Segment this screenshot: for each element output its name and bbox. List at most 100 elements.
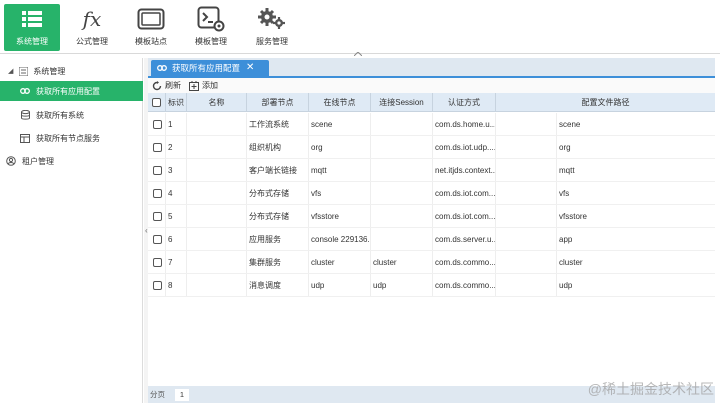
row-checkbox[interactable]: [153, 119, 162, 129]
toolbar-template-manage-button[interactable]: 模板管理: [183, 4, 239, 51]
row-number: 1: [166, 113, 187, 135]
row-checkbox-cell[interactable]: [148, 159, 166, 181]
cell-id: [187, 113, 247, 135]
row-checkbox-cell[interactable]: [148, 182, 166, 204]
row-number: 7: [166, 251, 187, 273]
cell-deploy: cluster: [309, 251, 371, 273]
header-session[interactable]: 连接Session: [371, 93, 433, 111]
database-icon: [20, 110, 30, 120]
sidebar-nav: ◢ 系统管理 获取所有应用配置 获取所有系统 获取所有节点服务 租户管理: [0, 58, 143, 403]
table-row[interactable]: 1 工作流系统 scene com.ds.home.u... scene: [148, 113, 715, 136]
row-checkbox[interactable]: [153, 257, 162, 267]
sidebar-item-all-systems[interactable]: 获取所有系统: [0, 105, 143, 125]
row-checkbox[interactable]: [153, 188, 162, 198]
table-row[interactable]: 2 组织机构 org com.ds.iot.udp.... org: [148, 136, 715, 159]
cell-id: [187, 228, 247, 250]
cell-session: com.ds.commo...: [433, 251, 496, 273]
sidebar-item-all-node-services[interactable]: 获取所有节点服务: [0, 128, 143, 148]
row-checkbox[interactable]: [153, 142, 162, 152]
cell-id: [187, 136, 247, 158]
header-online-node[interactable]: 在线节点: [309, 93, 371, 111]
sidebar-root-label: 系统管理: [33, 66, 66, 76]
cell-name: 分布式存储: [247, 205, 309, 227]
table-row[interactable]: 6 应用服务 console 229136... com.ds.server.u...…: [148, 228, 715, 251]
cell-id: [187, 205, 247, 227]
row-checkbox-cell[interactable]: [148, 274, 166, 296]
pager-label: 分页: [150, 390, 165, 399]
cell-auth: [496, 251, 557, 273]
table-row[interactable]: 3 客户端长链接 mqtt net.itjds.context... mqtt: [148, 159, 715, 182]
toolbar-service-manage-button[interactable]: 服务管理: [244, 4, 300, 51]
cell-session: com.ds.home.u...: [433, 113, 496, 135]
tab-all-app-configs[interactable]: 获取所有应用配置 ✕: [151, 60, 269, 76]
toolbar-system-manage-button[interactable]: 系统管理: [4, 4, 60, 51]
grid-header: 标识 名称 部署节点 在线节点 连接Session 认证方式 配置文件路径: [148, 93, 715, 112]
add-button[interactable]: 添加: [189, 80, 218, 91]
users-icon: [6, 156, 16, 166]
cell-session: net.itjds.context...: [433, 159, 496, 181]
row-checkbox[interactable]: [153, 234, 162, 244]
cell-deploy: scene: [309, 113, 371, 135]
cell-online: [371, 182, 433, 204]
cell-name: 应用服务: [247, 228, 309, 250]
fx-icon: fx: [82, 7, 102, 31]
cell-path: org: [559, 142, 571, 152]
row-checkbox-cell[interactable]: [148, 228, 166, 250]
watermark: @稀土掘金技术社区: [587, 381, 714, 397]
caret-down-icon[interactable]: ◢: [8, 67, 13, 75]
toolbar-formula-manage-button[interactable]: fx 公式管理: [64, 4, 120, 51]
close-icon[interactable]: ✕: [246, 63, 254, 73]
row-checkbox[interactable]: [153, 211, 162, 221]
cell-auth: [496, 205, 557, 227]
row-number: 3: [166, 159, 187, 181]
select-all-checkbox[interactable]: [152, 97, 161, 107]
table-row[interactable]: 8 消息调度 udp udp com.ds.commo... udp: [148, 274, 715, 297]
cell-deploy: udp: [309, 274, 371, 296]
row-checkbox-cell[interactable]: [148, 251, 166, 273]
gears-icon: [244, 4, 300, 34]
list-small-icon: [19, 66, 29, 76]
row-checkbox-cell[interactable]: [148, 113, 166, 135]
refresh-button[interactable]: 刷新: [152, 80, 181, 91]
cell-path: vfs: [559, 188, 570, 198]
cell-path: scene: [559, 119, 581, 129]
row-number: 5: [166, 205, 187, 227]
collapse-up-icon[interactable]: [354, 52, 362, 56]
header-id[interactable]: 标识: [166, 93, 187, 111]
cell-session: com.ds.commo...: [433, 274, 496, 296]
sidebar-item-tenant-manage[interactable]: 租户管理: [0, 151, 143, 171]
select-all-checkbox-cell[interactable]: [148, 93, 166, 111]
row-checkbox-cell[interactable]: [148, 205, 166, 227]
cell-id: [187, 182, 247, 204]
cell-session: com.ds.server.u...: [433, 228, 496, 250]
cell-online: [371, 136, 433, 158]
add-label: 添加: [202, 81, 218, 90]
table-row[interactable]: 4 分布式存储 vfs com.ds.iot.com... vfs: [148, 182, 715, 205]
table-row[interactable]: 7 集群服务 cluster cluster com.ds.commo... cluste…: [148, 251, 715, 274]
cell-online: [371, 113, 433, 135]
cell-deploy: console 229136...: [309, 228, 371, 250]
cell-auth: [496, 274, 557, 296]
table-row[interactable]: 5 分布式存储 vfsstore com.ds.iot.com... vfsstore: [148, 205, 715, 228]
sidebar-item-all-app-configs[interactable]: 获取所有应用配置: [0, 81, 143, 101]
sidebar-root-system-manage[interactable]: ◢ 系统管理: [0, 62, 143, 80]
cell-online: [371, 228, 433, 250]
header-config-path[interactable]: 配置文件路径: [496, 93, 715, 111]
link-icon: [20, 86, 30, 96]
row-checkbox[interactable]: [153, 280, 162, 290]
data-grid: 标识 名称 部署节点 在线节点 连接Session 认证方式 配置文件路径 1 工…: [148, 93, 715, 386]
cell-path: mqtt: [559, 165, 575, 175]
tab-label: 获取所有应用配置: [172, 63, 241, 73]
header-name[interactable]: 名称: [187, 93, 247, 111]
pager-page-number[interactable]: 1: [175, 388, 189, 401]
main-panel: 获取所有应用配置 ✕ 刷新 添加 标识 名称 部署节点 在线节点 连接Sessi…: [148, 58, 715, 403]
header-deploy-node[interactable]: 部署节点: [247, 93, 309, 111]
header-auth[interactable]: 认证方式: [433, 93, 496, 111]
tab-strip: 获取所有应用配置 ✕: [148, 58, 715, 76]
toolbar-item-label: 服务管理: [256, 37, 288, 46]
row-checkbox[interactable]: [153, 165, 162, 175]
toolbar-template-site-button[interactable]: 模板站点: [123, 4, 179, 51]
row-checkbox-cell[interactable]: [148, 136, 166, 158]
toolbar-item-label: 系统管理: [16, 37, 48, 46]
cell-deploy: vfsstore: [309, 205, 371, 227]
